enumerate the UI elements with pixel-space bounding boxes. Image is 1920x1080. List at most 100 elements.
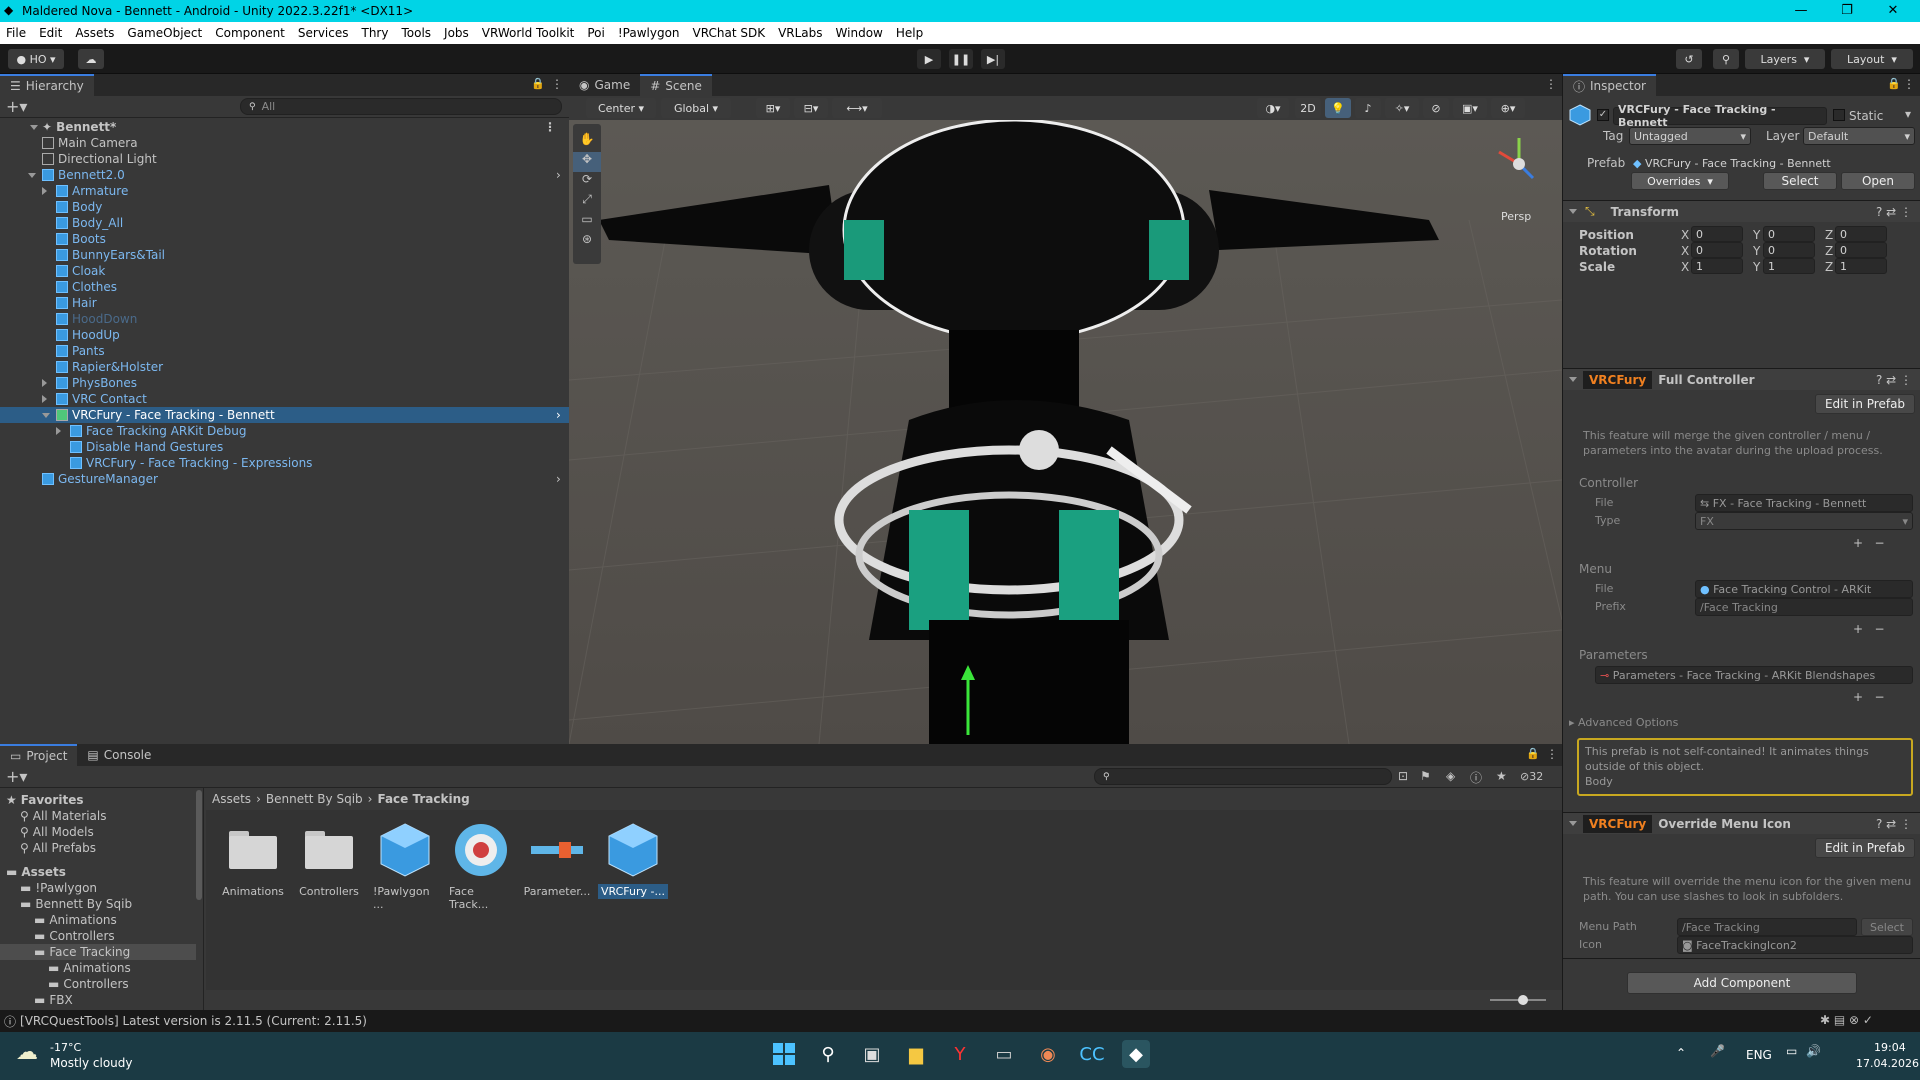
lock-icon[interactable]: 🔒 <box>531 77 545 90</box>
menu-thry[interactable]: Thry <box>362 26 389 40</box>
axis-label-y[interactable]: Y <box>1753 260 1760 274</box>
menu-vrchat-sdk[interactable]: VRChat SDK <box>693 26 766 40</box>
move-tool-icon[interactable]: ✥ <box>573 152 601 172</box>
yandex-browser-icon[interactable]: Y <box>946 1040 974 1068</box>
transform-y-field[interactable]: 0 <box>1763 226 1815 242</box>
overrides-dropdown[interactable]: Overrides ▾ <box>1631 172 1729 190</box>
layer-dropdown[interactable]: Default ▾ <box>1803 127 1915 145</box>
hierarchy-item[interactable]: BunnyEars&Tail <box>0 247 569 263</box>
menu-component[interactable]: Component <box>215 26 285 40</box>
asset-item[interactable]: !Pawlygon ... <box>370 822 440 911</box>
component-menu-icons[interactable]: ? ⇄ ⋮ <box>1876 373 1912 387</box>
create-icon[interactable]: +▾ <box>6 767 27 786</box>
breadcrumb-face-tracking[interactable]: Face Tracking <box>377 792 469 806</box>
static-checkbox[interactable] <box>1833 109 1845 121</box>
tab-console[interactable]: ▤ Console <box>77 744 161 766</box>
project-tree-item[interactable]: ▬ Assets <box>0 864 196 880</box>
asset-item[interactable]: Face Track... <box>446 822 516 911</box>
breadcrumb-assets[interactable]: Assets <box>212 792 251 806</box>
clock-date[interactable]: 17.04.2026 <box>1856 1057 1919 1070</box>
weather-text[interactable]: Mostly cloudy <box>50 1056 133 1070</box>
info-filter-icon[interactable]: ⓘ <box>1470 769 1482 786</box>
axis-label-x[interactable]: X <box>1681 228 1689 242</box>
camera-icon[interactable]: ▣▾ <box>1453 98 1487 118</box>
clock-time[interactable]: 19:04 <box>1874 1041 1906 1054</box>
tab-game[interactable]: ◉ Game <box>569 74 640 96</box>
add-menu-icon[interactable]: + − <box>1853 622 1885 636</box>
hierarchy-item[interactable]: VRCFury - Face Tracking - Expressions <box>0 455 569 471</box>
menu-vrlabs[interactable]: VRLabs <box>778 26 822 40</box>
expand-arrow-icon[interactable] <box>42 395 47 403</box>
menu-help[interactable]: Help <box>896 26 923 40</box>
chevron-right-icon[interactable]: › <box>556 407 561 423</box>
prefab-open-button[interactable]: Open <box>1841 172 1915 190</box>
tab-scene[interactable]: # Scene <box>640 74 712 96</box>
hierarchy-item[interactable]: Main Camera <box>0 135 569 151</box>
hierarchy-item[interactable]: HoodDown <box>0 311 569 327</box>
project-tree-item[interactable]: ▬ Animations <box>0 960 196 976</box>
project-tree-item[interactable]: ▬ Bennett By Sqib <box>0 896 196 912</box>
add-icon[interactable]: +▾ <box>6 97 27 116</box>
add-controller-icon[interactable]: + − <box>1853 536 1885 550</box>
project-search-input[interactable]: ⚲ <box>1094 768 1392 785</box>
full-controller-header[interactable]: VRCFury Full Controller ? ⇄ ⋮ <box>1563 368 1920 390</box>
file-explorer-icon[interactable]: ▆ <box>902 1040 930 1068</box>
breadcrumb-bennett[interactable]: Bennett By Sqib <box>266 792 363 806</box>
collapse-arrow-icon[interactable] <box>1569 821 1577 826</box>
pivot-dropdown[interactable]: Center ▾ <box>586 98 656 118</box>
hierarchy-item[interactable]: PhysBones <box>0 375 569 391</box>
hierarchy-item[interactable]: HoodUp <box>0 327 569 343</box>
edit-in-prefab-button[interactable]: Edit in Prefab <box>1815 394 1915 414</box>
account-button[interactable]: ● HO ▾ <box>8 49 64 69</box>
rect-tool-icon[interactable]: ▭ <box>573 212 601 232</box>
favorite-star-icon[interactable]: ★ <box>1496 769 1507 783</box>
asset-item[interactable]: Controllers <box>294 822 364 906</box>
axis-label-x[interactable]: X <box>1681 260 1689 274</box>
chevron-right-icon[interactable]: › <box>556 167 561 183</box>
more-icon[interactable]: ⋮ <box>1903 77 1915 91</box>
transform-z-field[interactable]: 0 <box>1835 226 1887 242</box>
microphone-icon[interactable]: 🎤 <box>1710 1044 1725 1058</box>
advanced-options-toggle[interactable]: ▸ Advanced Options <box>1569 716 1678 729</box>
axis-label-z[interactable]: Z <box>1825 260 1833 274</box>
lighting-icon[interactable]: 💡 <box>1325 98 1351 118</box>
axis-label-x[interactable]: X <box>1681 244 1689 258</box>
asset-item[interactable]: Animations <box>218 822 288 906</box>
close-button[interactable]: ✕ <box>1870 0 1916 22</box>
rotate-tool-icon[interactable]: ⟳ <box>573 172 601 192</box>
lock-icon[interactable]: 🔒 <box>1887 77 1901 90</box>
component-menu-icons[interactable]: ? ⇄ ⋮ <box>1876 205 1912 219</box>
scene-viewport[interactable] <box>569 120 1562 744</box>
search-by-type-icon[interactable]: ⊡ <box>1398 769 1408 783</box>
hierarchy-item[interactable]: Rapier&Holster <box>0 359 569 375</box>
active-checkbox[interactable]: ✓ <box>1597 109 1609 121</box>
project-tree-item[interactable]: ▬ !Pawlygon <box>0 880 196 896</box>
controller-type-dropdown[interactable]: FX ▾ <box>1695 512 1913 530</box>
controller-file-field[interactable]: ⇆ FX - Face Tracking - Bennett <box>1695 494 1913 512</box>
project-tree-item[interactable]: ⚲ All Prefabs <box>0 840 196 856</box>
transform-y-field[interactable]: 1 <box>1763 258 1815 274</box>
menu-jobs[interactable]: Jobs <box>444 26 469 40</box>
gizmos-icon[interactable]: ⊕▾ <box>1491 98 1525 118</box>
static-dropdown-icon[interactable]: ▾ <box>1905 107 1911 121</box>
hierarchy-item[interactable]: Hair <box>0 295 569 311</box>
blender-icon[interactable]: ◉ <box>1034 1040 1062 1068</box>
menu-file[interactable]: File <box>6 26 26 40</box>
hierarchy-item[interactable]: Body_All <box>0 215 569 231</box>
project-tree-item[interactable]: ▬ Controllers <box>0 928 196 944</box>
ruler-icon[interactable]: ⟷▾ <box>832 98 882 118</box>
search-by-label-icon[interactable]: ⚑ <box>1420 769 1431 783</box>
more-icon[interactable]: ⋮ <box>551 77 563 91</box>
menu-file-field[interactable]: ● Face Tracking Control - ARKit <box>1695 580 1913 598</box>
maximize-button[interactable]: ❐ <box>1824 0 1870 22</box>
asset-item[interactable]: Parameter... <box>522 822 592 906</box>
hidden-count[interactable]: ⊘32 <box>1520 770 1543 783</box>
status-icons[interactable]: ✱ ▤ ⊗ ✓ <box>1820 1013 1873 1027</box>
snap-increment-icon[interactable]: ⊟▾ <box>794 98 828 118</box>
tab-project[interactable]: ▭ Project <box>0 744 78 766</box>
minimize-button[interactable]: — <box>1778 0 1824 22</box>
hierarchy-item[interactable]: VRC Contact <box>0 391 569 407</box>
layout-dropdown[interactable]: Layout ▾ <box>1831 49 1913 69</box>
chevron-right-icon[interactable]: › <box>556 471 561 487</box>
tray-chevron-icon[interactable]: ⌃ <box>1676 1046 1686 1060</box>
